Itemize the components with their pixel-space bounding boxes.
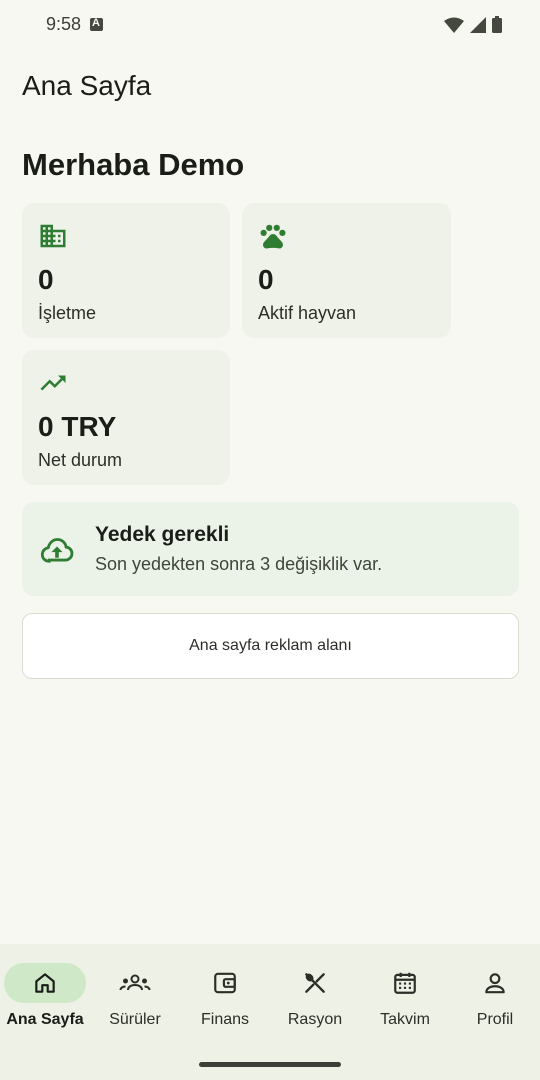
nav-label: Rasyon — [287, 1011, 343, 1028]
nav-active-indicator — [4, 963, 86, 1003]
accessibility-icon — [90, 17, 103, 31]
stat-label: Aktif hayvan — [258, 303, 357, 323]
ad-banner[interactable]: Ana sayfa reklam alanı — [22, 613, 519, 679]
stat-value: 0 — [258, 264, 274, 295]
status-icons — [444, 16, 502, 33]
nav-item-finance[interactable]: Finans — [180, 944, 270, 1044]
nav-icon-wrap — [184, 963, 266, 1003]
nav-item-herds[interactable]: Sürüler — [90, 944, 180, 1044]
stat-label: İşletme — [38, 303, 97, 323]
nav-icon-wrap — [274, 963, 356, 1003]
nav-item-calendar[interactable]: Takvim — [360, 944, 450, 1044]
building-icon — [40, 224, 66, 248]
greeting-heading: Merhaba Demo — [22, 147, 245, 182]
battery-icon — [492, 16, 502, 33]
nav-icon-wrap — [364, 963, 446, 1003]
page-title: Ana Sayfa — [22, 70, 152, 101]
groups-icon — [119, 974, 151, 991]
stat-label: Net durum — [38, 450, 123, 470]
wifi-icon — [444, 17, 464, 33]
stat-card-net-balance[interactable]: 0 TRY Net durum — [22, 350, 230, 485]
backup-title: Yedek gerekli — [95, 523, 230, 546]
paw-icon — [260, 224, 286, 249]
backup-notice[interactable]: Yedek gerekli Son yedekten sonra 3 değiş… — [22, 502, 519, 596]
nav-icon-wrap — [94, 963, 176, 1003]
gesture-bar[interactable] — [199, 1062, 341, 1067]
calendar-icon — [394, 972, 416, 994]
nav-item-home[interactable]: Ana Sayfa — [0, 944, 90, 1044]
backup-description: Son yedekten sonra 3 değişiklik var. — [95, 554, 383, 574]
nav-label: Sürüler — [109, 1011, 161, 1028]
nav-label: Ana Sayfa — [6, 1011, 84, 1028]
stat-card-businesses[interactable]: 0 İşletme — [22, 203, 230, 338]
ad-banner-text: Ana sayfa reklam alanı — [189, 637, 352, 654]
trending-up-icon — [40, 375, 66, 391]
status-bar: 9:58 — [0, 0, 540, 50]
home-icon — [35, 973, 55, 993]
status-time: 9:58 — [46, 14, 82, 34]
stat-value: 0 TRY — [38, 411, 117, 442]
stat-card-active-animals[interactable]: 0 Aktif hayvan — [242, 203, 451, 338]
bottom-navigation: Ana Sayfa Sürüler Finans Rasyon Takvim P… — [0, 944, 540, 1080]
nav-icon-wrap — [454, 963, 536, 1003]
nav-item-profile[interactable]: Profil — [450, 944, 540, 1044]
cloud-upload-icon — [40, 538, 74, 563]
nav-label: Finans — [200, 1011, 250, 1028]
utensils-icon — [305, 973, 325, 993]
nav-label: Profil — [476, 1011, 514, 1028]
signal-icon — [470, 16, 486, 33]
wallet-icon — [214, 972, 236, 994]
nav-label: Takvim — [380, 1011, 430, 1028]
nav-item-ration[interactable]: Rasyon — [270, 944, 360, 1044]
stat-value: 0 — [38, 264, 54, 295]
person-icon — [485, 973, 505, 994]
